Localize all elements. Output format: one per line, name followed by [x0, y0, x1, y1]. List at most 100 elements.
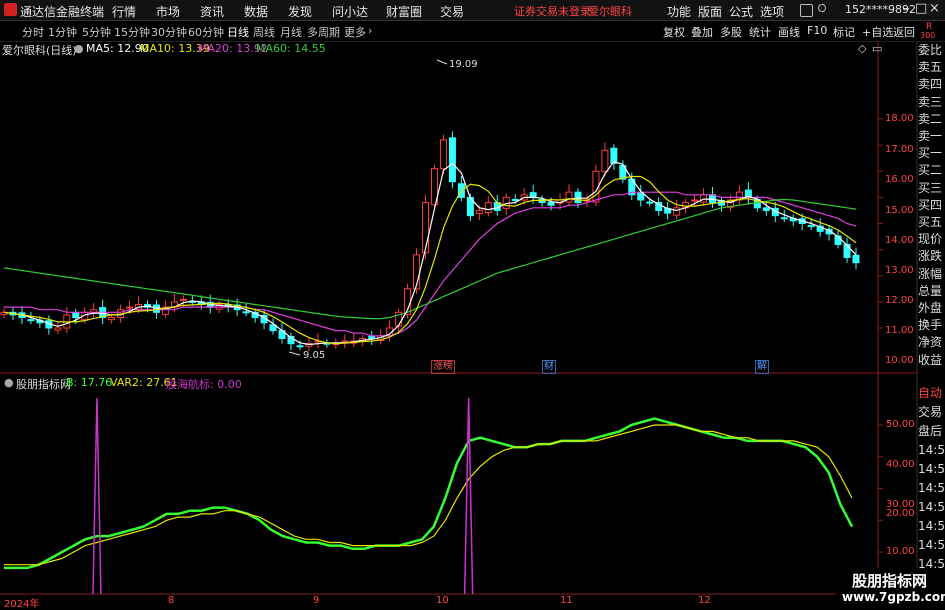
y-tick: 10.00 [885, 355, 914, 366]
menu-xuanxiang[interactable]: 选项 [760, 3, 784, 20]
quote-label: 卖三 [918, 93, 945, 111]
period-60min[interactable]: 60分钟 [188, 24, 224, 40]
menu-jiaoyi[interactable]: 交易 [440, 3, 464, 20]
btn-huaxian[interactable]: 画线 [778, 24, 800, 40]
period-fenshi[interactable]: 分时 [22, 24, 44, 40]
indicator-title[interactable]: 股朋指标网 [16, 376, 71, 392]
indicator-b-label: B: 17.76 [66, 376, 113, 389]
quote-label: 涨幅 [918, 265, 945, 283]
y-tick: 20.00 [886, 508, 915, 519]
candle-body [807, 225, 815, 228]
candle-body [72, 312, 80, 319]
quote-label: 委比 [918, 42, 945, 59]
ma60-label: MA60: 14.55 [256, 42, 326, 55]
signal-spike [92, 397, 102, 595]
stock-name-top: 爱尔眼科 [588, 5, 632, 18]
low-price-label: 9.05 [303, 350, 326, 361]
menu-hangqing[interactable]: 行情 [112, 3, 136, 20]
period-daily[interactable]: 日线 [227, 24, 249, 40]
candle-body [529, 192, 537, 198]
y-tick: 12.00 [885, 295, 914, 306]
menu-gongneng[interactable]: 功能 [667, 3, 691, 20]
menu-banmian[interactable]: 版面 [698, 3, 722, 20]
quote-label: 卖一 [918, 128, 945, 145]
period-more[interactable]: 更多 [344, 24, 366, 40]
btn-diejia[interactable]: 叠加 [691, 24, 713, 40]
btn-f10[interactable]: F10 [807, 24, 827, 37]
trade-time: 14:56 [918, 460, 945, 479]
zoom-icon[interactable]: ◇ [858, 42, 866, 55]
candle-body [691, 199, 699, 202]
period-multi[interactable]: 多周期 [307, 24, 340, 40]
btn-biaoji[interactable]: 标记 [833, 24, 855, 40]
period-30min[interactable]: 30分钟 [151, 24, 187, 40]
account-status[interactable]: 证券交易未登录 [514, 3, 591, 19]
menu-shuju[interactable]: 数据 [244, 3, 268, 20]
menu-faxian[interactable]: 发现 [288, 3, 312, 20]
menu-wenxiaoda[interactable]: 问小达 [332, 3, 368, 20]
indicator-settings-icon[interactable]: ● [4, 376, 14, 389]
high-marker [436, 59, 448, 65]
high-price-label: 19.09 [449, 59, 478, 70]
y-tick: 10.00 [886, 546, 915, 557]
watermark-main: 股朋指标网 [852, 572, 928, 590]
period-1min[interactable]: 1分钟 [48, 24, 77, 40]
candle-body [296, 345, 304, 348]
trade-time: 14:56 [918, 517, 945, 536]
period-5min[interactable]: 5分钟 [82, 24, 111, 40]
x-tick: 11 [560, 595, 573, 606]
btn-tongji[interactable]: 统计 [749, 24, 771, 40]
period-monthly[interactable]: 月线 [280, 24, 302, 40]
event-tag-cai[interactable]: 财 [542, 360, 556, 374]
candle-body [448, 137, 456, 183]
candle-body [27, 319, 35, 322]
corner-300: 300 [920, 31, 936, 40]
quote-label: 换手 [918, 317, 945, 335]
trade-label[interactable]: 自动 [918, 384, 945, 403]
quote-label: 买一 [918, 145, 945, 163]
y-tick: 15.00 [885, 205, 914, 216]
quote-label: 收益 [918, 351, 945, 369]
candle-body [601, 149, 609, 172]
quote-label: 总量 [918, 282, 945, 300]
user-avatar-icon[interactable] [818, 4, 826, 12]
top-menu-bar: 通达信金融终端 行情 市场 资讯 数据 发现 问小达 财富圈 交易 证券交易未登… [0, 0, 945, 21]
menu-shichang[interactable]: 市场 [156, 3, 180, 20]
candle-body [108, 317, 116, 321]
close-icon[interactable]: × [929, 1, 940, 16]
period-weekly[interactable]: 周线 [253, 24, 275, 40]
trade-time: 14:56 [918, 479, 945, 498]
period-15min[interactable]: 15分钟 [114, 24, 150, 40]
candle-body [852, 254, 860, 264]
menu-zixun[interactable]: 资讯 [200, 3, 224, 20]
x-tick: 8 [168, 595, 175, 606]
ma20-line [4, 191, 857, 337]
event-tag-zhangbang[interactable]: 涨榜 [431, 360, 455, 374]
btn-fanhui[interactable]: 返回 [893, 24, 915, 40]
message-icon[interactable] [800, 4, 813, 17]
more-chevron-icon[interactable]: › [368, 24, 372, 37]
event-tag-jie[interactable]: 解 [755, 360, 769, 374]
menu-caifuquan[interactable]: 财富圈 [386, 3, 422, 20]
pin-icon[interactable]: ▭ [872, 42, 882, 55]
maximize-icon[interactable]: □ [915, 1, 927, 16]
btn-zixuan[interactable]: +自选 [862, 24, 893, 40]
chart-area[interactable] [0, 0, 945, 609]
minimize-icon[interactable]: – [903, 1, 910, 16]
btn-duogu[interactable]: 多股 [720, 24, 742, 40]
candle-body [646, 201, 654, 204]
candle-body [242, 311, 250, 314]
b-line [4, 417, 854, 570]
ma10-line [3, 175, 857, 345]
quote-label: 净资 [918, 334, 945, 352]
kline-settings-icon[interactable]: ● [74, 42, 84, 55]
quote-label: 买四 [918, 196, 945, 214]
watermark-sub: www.7gpzb.com [842, 590, 945, 604]
menu-gongshi[interactable]: 公式 [729, 3, 753, 20]
candle-body [547, 202, 555, 206]
quote-label: 买三 [918, 179, 945, 197]
app-title: 通达信金融终端 [20, 5, 105, 19]
btn-fuquan[interactable]: 复权 [663, 24, 685, 40]
y-tick: 18.00 [885, 113, 914, 124]
y-tick: 40.00 [886, 459, 915, 470]
